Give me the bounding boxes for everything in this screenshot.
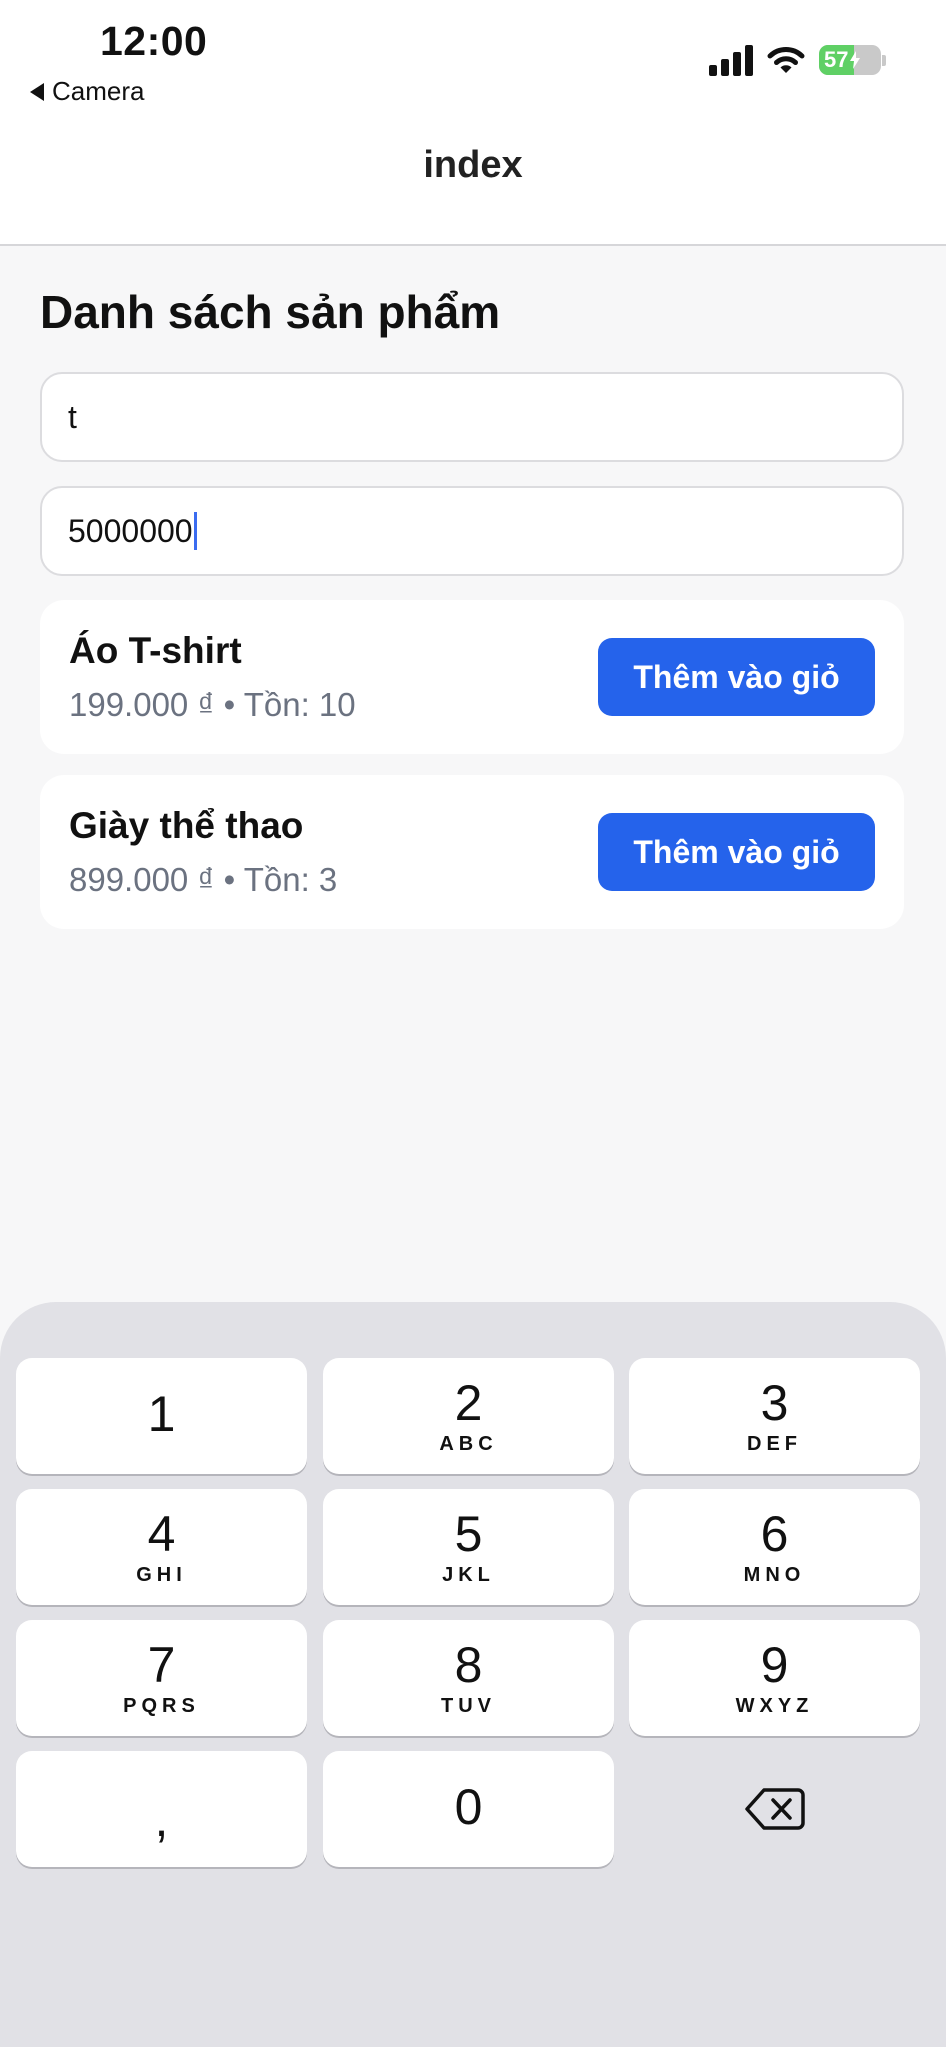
price-filter-input[interactable]: 5000000	[40, 486, 904, 576]
key-7[interactable]: 7 PQRS	[16, 1620, 307, 1736]
key-digit: 9	[760, 1636, 789, 1693]
key-digit: 1	[147, 1386, 176, 1442]
back-app-label: Camera	[52, 76, 145, 106]
product-card: Giày thể thao 899.000 ₫ • Tồn: 3 Thêm và…	[40, 775, 904, 929]
key-letters: WXYZ	[735, 1694, 814, 1717]
key-letters: JKL	[442, 1563, 495, 1586]
key-2[interactable]: 2 ABC	[323, 1358, 614, 1474]
key-digit: 2	[454, 1374, 483, 1431]
add-to-cart-button[interactable]: Thêm vào giỏ	[598, 638, 875, 716]
key-9[interactable]: 9 WXYZ	[629, 1620, 920, 1736]
key-6[interactable]: 6 MNO	[629, 1489, 920, 1605]
add-to-cart-button[interactable]: Thêm vào giỏ	[598, 813, 875, 891]
meta-separator: •	[223, 861, 236, 898]
key-letters: GHI	[136, 1563, 187, 1586]
status-icons: 57	[709, 44, 886, 76]
delete-key[interactable]	[629, 1751, 920, 1867]
nav-title: index	[423, 144, 523, 186]
wifi-icon	[767, 47, 805, 73]
back-arrow-icon	[30, 82, 44, 101]
key-letters: MNO	[743, 1563, 806, 1586]
signal-icon	[709, 44, 753, 76]
key-8[interactable]: 8 TUV	[323, 1620, 614, 1736]
product-name: Áo T-shirt	[69, 630, 242, 671]
charging-bolt-icon	[850, 51, 861, 69]
product-card: Áo T-shirt 199.000 ₫ • Tồn: 10 Thêm vào …	[40, 600, 904, 754]
numeric-keypad: 1 2 ABC 3 DEF 4 GHI 5 JKL 6 MNO 7 PQRS 8…	[0, 1302, 946, 2047]
text-caret	[193, 512, 197, 550]
key-5[interactable]: 5 JKL	[323, 1489, 614, 1605]
key-letters: PQRS	[123, 1694, 200, 1717]
price-filter-value: 5000000	[68, 512, 193, 549]
product-name: Giày thể thao	[69, 805, 304, 846]
key-digit: ,	[154, 1791, 169, 1847]
key-0[interactable]: 0	[323, 1751, 614, 1867]
key-comma[interactable]: ,	[16, 1751, 307, 1867]
key-digit: 3	[760, 1374, 789, 1431]
battery-level: 57	[824, 47, 849, 72]
key-digit: 8	[454, 1636, 483, 1693]
key-3[interactable]: 3 DEF	[629, 1358, 920, 1474]
key-4[interactable]: 4 GHI	[16, 1489, 307, 1605]
nav-bar: index	[0, 112, 946, 246]
delete-backspace-icon	[744, 1788, 805, 1830]
product-meta: 199.000 ₫ • Tồn: 10	[69, 686, 356, 724]
name-filter-input[interactable]: t	[40, 372, 904, 462]
key-digit: 7	[147, 1636, 176, 1693]
key-digit: 6	[760, 1505, 789, 1562]
product-stock: Tồn: 3	[243, 861, 338, 898]
product-meta: 899.000 ₫ • Tồn: 3	[69, 861, 337, 899]
battery-icon: 57	[819, 45, 886, 75]
product-price: 899.000 ₫	[69, 861, 215, 898]
key-1[interactable]: 1	[16, 1358, 307, 1474]
key-digit: 5	[454, 1505, 483, 1562]
product-stock: Tồn: 10	[243, 686, 356, 723]
key-digit: 0	[454, 1779, 483, 1835]
status-bar: 12:00 Camera 57	[0, 0, 946, 112]
product-price: 199.000 ₫	[69, 686, 215, 723]
meta-separator: •	[223, 686, 236, 723]
name-filter-value: t	[68, 398, 77, 435]
page-title: Danh sách sản phẩm	[40, 286, 501, 338]
key-letters: TUV	[441, 1694, 496, 1717]
status-time: 12:00	[100, 18, 208, 64]
key-digit: 4	[147, 1505, 176, 1562]
key-letters: DEF	[747, 1432, 802, 1455]
back-to-app-link[interactable]: Camera	[30, 76, 144, 107]
key-letters: ABC	[439, 1432, 498, 1455]
